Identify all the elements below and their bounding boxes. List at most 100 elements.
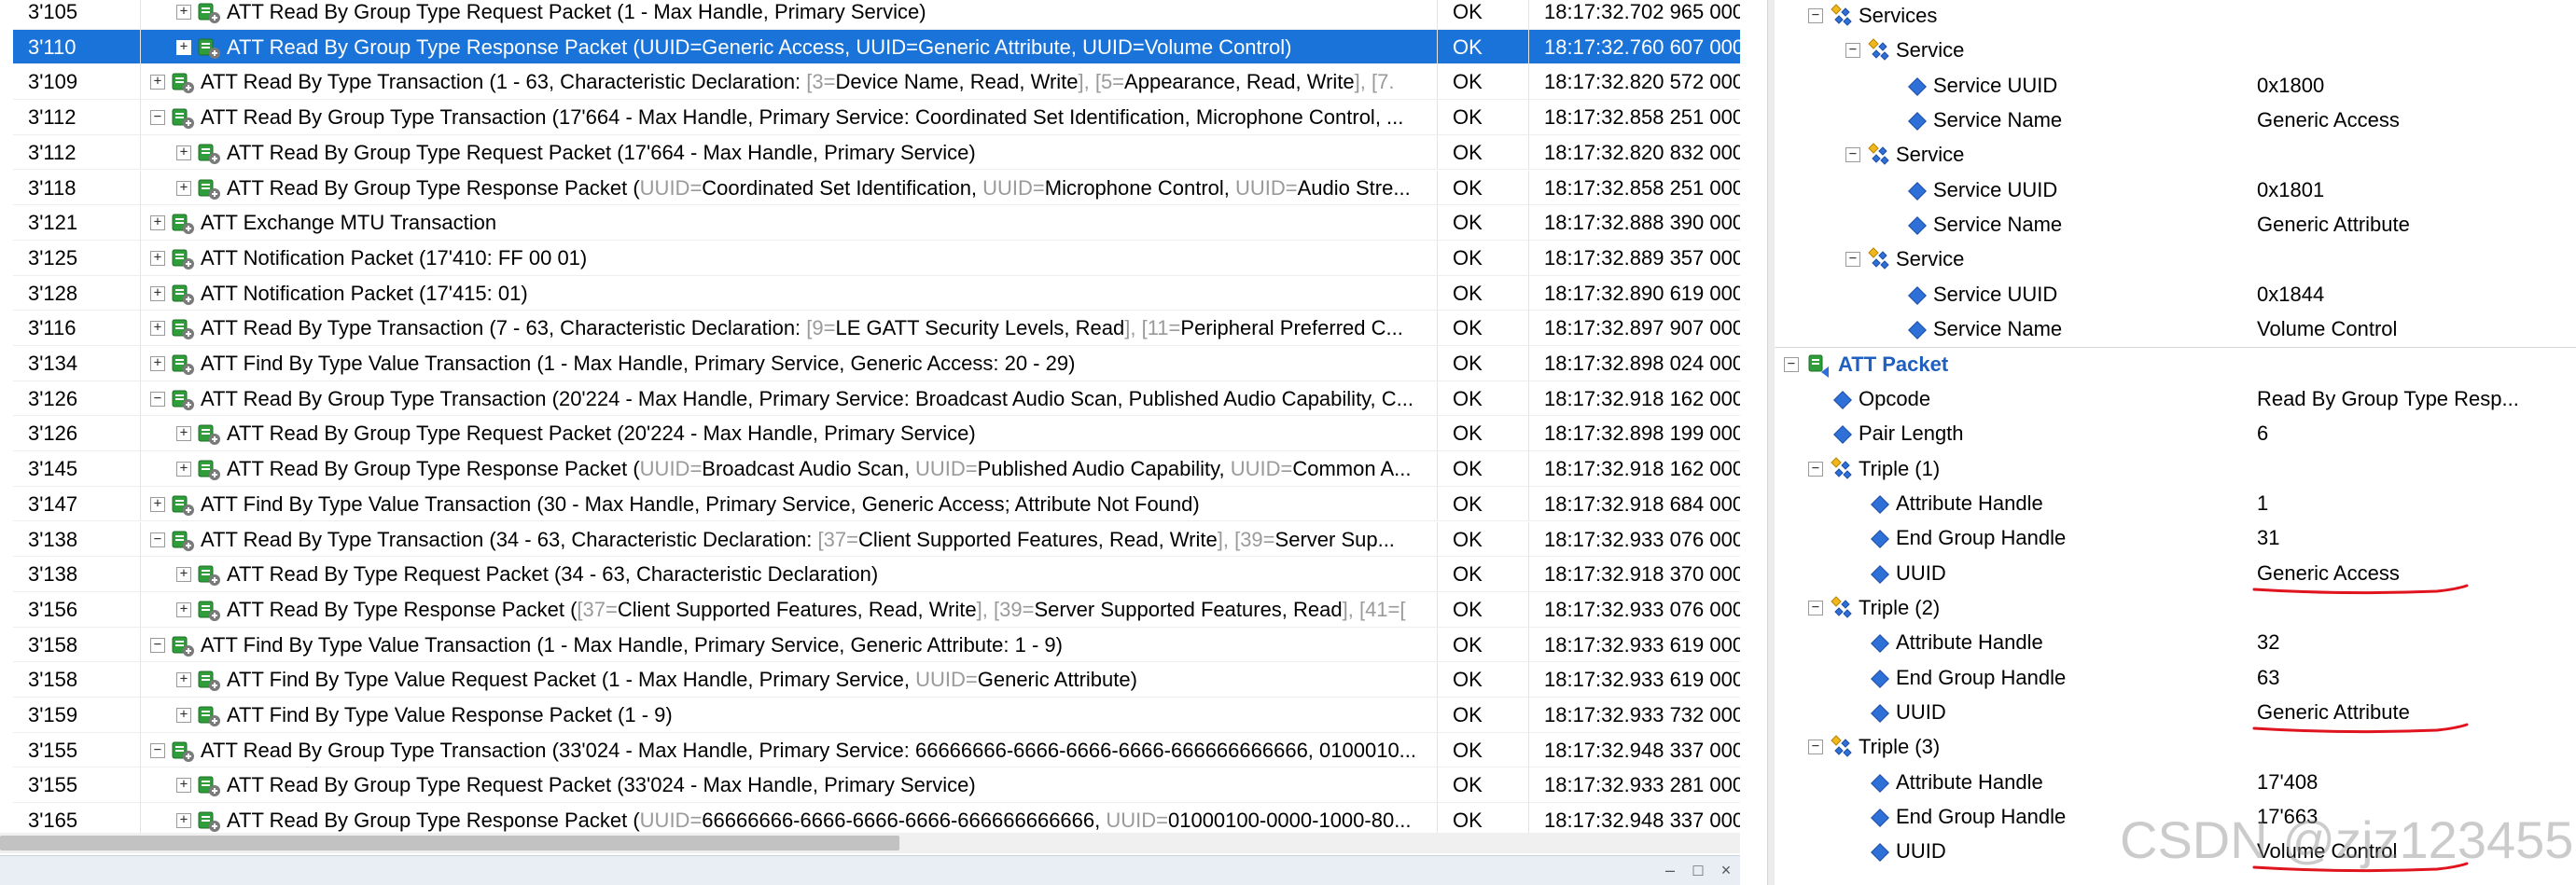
expand-icon[interactable]: + [150, 321, 165, 337]
maximize-button[interactable]: □ [1685, 858, 1711, 882]
details-row[interactable]: Service Name Generic Attribute [1775, 207, 2576, 242]
window-bottom-bar: – □ × [0, 855, 1740, 885]
packet-row[interactable]: 3'126 + ATT Read By Group Type Request Pac… [13, 416, 1740, 452]
packet-list-pane[interactable]: 3'105 + ATT Read By Group Type Request Pac… [0, 0, 1740, 885]
details-row[interactable]: Opcode Read By Group Type Resp... [1775, 381, 2576, 416]
collapse-icon[interactable]: − [1784, 356, 1799, 372]
minimize-button[interactable]: – [1657, 858, 1683, 882]
packet-row[interactable]: 3'158 − ATT Find By Type Value Transaction… [13, 627, 1740, 663]
collapse-icon[interactable]: − [150, 742, 165, 758]
collapse-icon[interactable]: − [150, 532, 165, 547]
details-row[interactable]: − Service [1775, 137, 2576, 172]
field-value: 31 [2257, 526, 2280, 550]
collapse-icon[interactable]: − [1808, 740, 1823, 755]
packet-row[interactable]: 3'116 + ATT Read By Type Transaction (7 - … [13, 311, 1740, 346]
expand-icon[interactable]: + [150, 250, 165, 266]
scrollbar-thumb[interactable] [0, 836, 899, 850]
expand-icon[interactable]: + [176, 145, 191, 160]
collapse-icon[interactable]: − [1845, 43, 1860, 59]
packet-id: 3'121 [28, 211, 78, 235]
field-group-icon [1866, 37, 1892, 63]
expand-icon[interactable]: + [176, 602, 191, 617]
packet-row[interactable]: 3'155 + ATT Read By Group Type Request Pac… [13, 767, 1740, 804]
packet-row[interactable]: 3'105 + ATT Read By Group Type Request Pac… [13, 0, 1740, 30]
packet-status: OK [1437, 311, 1528, 346]
expand-icon[interactable]: + [176, 813, 191, 829]
details-row[interactable]: − Triple (3) [1775, 729, 2576, 764]
packet-description-cell: + ATT Read By Group Type Request Packet (… [140, 767, 1434, 804]
packet-row[interactable]: 3'112 − ATT Read By Group Type Transaction… [13, 100, 1740, 135]
expand-icon[interactable]: + [176, 567, 191, 583]
packet-row[interactable]: 3'158 + ATT Find By Type Value Request Pac… [13, 662, 1740, 698]
horizontal-scrollbar[interactable] [0, 833, 1740, 853]
expand-icon[interactable]: + [176, 5, 191, 20]
details-row[interactable]: Attribute Handle 17'408 [1775, 765, 2576, 799]
expand-icon[interactable]: + [150, 356, 165, 371]
collapse-icon[interactable]: − [1845, 147, 1860, 163]
expand-icon[interactable]: + [150, 75, 165, 90]
details-section-header[interactable]: − ATT Packet [1775, 346, 2576, 381]
expand-icon[interactable]: + [176, 180, 191, 196]
close-button[interactable]: × [1713, 858, 1739, 882]
details-row[interactable]: − Service [1775, 242, 2576, 276]
packet-row[interactable]: 3'159 + ATT Find By Type Value Response Pa… [13, 698, 1740, 733]
details-row[interactable]: Service UUID 0x1844 [1775, 277, 2576, 311]
packet-row[interactable]: 3'126 − ATT Read By Group Type Transaction… [13, 380, 1740, 417]
packet-row[interactable]: 3'145 + ATT Read By Group Type Response Pa… [13, 451, 1740, 487]
packet-row[interactable]: 3'138 − ATT Read By Type Transaction (34 -… [13, 521, 1740, 558]
expand-icon[interactable]: + [150, 215, 165, 231]
packet-icon [171, 211, 195, 235]
packet-description: ATT Read By Group Type Transaction (17'6… [201, 100, 1403, 135]
collapse-icon[interactable]: − [150, 637, 165, 653]
packet-row[interactable]: 3'138 + ATT Read By Type Request Packet (3… [13, 557, 1740, 592]
collapse-icon[interactable]: − [1808, 8, 1823, 23]
expand-icon[interactable]: + [176, 39, 191, 55]
expand-icon[interactable]: + [150, 285, 165, 301]
packet-description: ATT Read By Group Type Transaction (33'0… [201, 733, 1416, 768]
packet-row[interactable]: 3'121 + ATT Exchange MTU Transaction OK 18:1… [13, 205, 1740, 241]
expand-icon[interactable]: + [150, 496, 165, 512]
packet-row[interactable]: 3'125 + ATT Notification Packet (17'410: F… [13, 240, 1740, 276]
details-row[interactable]: Attribute Handle 1 [1775, 486, 2576, 520]
details-row[interactable]: UUID Generic Attribute [1775, 695, 2576, 734]
collapse-icon[interactable]: − [150, 391, 165, 407]
packet-row[interactable]: 3'155 − ATT Read By Group Type Transaction… [13, 732, 1740, 768]
collapse-icon[interactable]: − [150, 110, 165, 126]
description-segment: ], [39= [1217, 527, 1275, 551]
packet-row[interactable]: 3'112 + ATT Read By Group Type Request Pac… [13, 134, 1740, 171]
packet-details-pane[interactable]: − Services − Service Service UUID 0x1800 Servi… [1775, 0, 2576, 885]
details-row[interactable]: − Triple (2) [1775, 590, 2576, 625]
details-row[interactable]: Service UUID 0x1801 [1775, 173, 2576, 207]
packet-row[interactable]: 3'128 + ATT Notification Packet (17'415: 0… [13, 275, 1740, 311]
details-row[interactable]: − Services [1775, 0, 2576, 33]
collapse-icon[interactable]: − [1808, 461, 1823, 477]
packet-row[interactable]: 3'118 + ATT Read By Group Type Response Pa… [13, 170, 1740, 206]
details-row[interactable]: End Group Handle 31 [1775, 520, 2576, 555]
packet-timestamp: 18:17:32.918 684 000 [1528, 486, 1740, 522]
expand-icon[interactable]: + [176, 778, 191, 794]
details-row[interactable]: UUID Generic Access [1775, 556, 2576, 594]
packet-row[interactable]: 3'110 + ATT Read By Group Type Response Pa… [13, 29, 1740, 65]
details-row[interactable]: Attribute Handle 32 [1775, 625, 2576, 659]
collapse-icon[interactable]: − [1808, 600, 1823, 615]
details-row[interactable]: Pair Length 6 [1775, 416, 2576, 450]
field-value: Volume Control [2257, 317, 2398, 341]
expand-icon[interactable]: + [176, 426, 191, 442]
packet-row[interactable]: 3'134 + ATT Find By Type Value Transaction… [13, 346, 1740, 381]
expand-icon[interactable]: + [176, 672, 191, 688]
description-segment: ATT Read By Group Type Request Packet (1… [227, 140, 976, 164]
packet-timestamp: 18:17:32.933 281 000 [1528, 767, 1740, 804]
details-row[interactable]: Service Name Volume Control [1775, 311, 2576, 346]
expand-icon[interactable]: + [176, 462, 191, 477]
description-segment: ATT Find By Type Value Response Packet (… [227, 703, 673, 726]
packet-row[interactable]: 3'147 + ATT Find By Type Value Transaction… [13, 486, 1740, 522]
details-row[interactable]: − Service [1775, 33, 2576, 67]
packet-row[interactable]: 3'109 + ATT Read By Type Transaction (1 - … [13, 64, 1740, 101]
packet-row[interactable]: 3'156 + ATT Read By Type Response Packet (… [13, 591, 1740, 628]
collapse-icon[interactable]: − [1845, 252, 1860, 268]
details-row[interactable]: Service Name Generic Access [1775, 103, 2576, 137]
expand-icon[interactable]: + [176, 708, 191, 723]
details-row[interactable]: End Group Handle 63 [1775, 660, 2576, 695]
details-row[interactable]: Service UUID 0x1800 [1775, 68, 2576, 103]
details-row[interactable]: − Triple (1) [1775, 451, 2576, 486]
